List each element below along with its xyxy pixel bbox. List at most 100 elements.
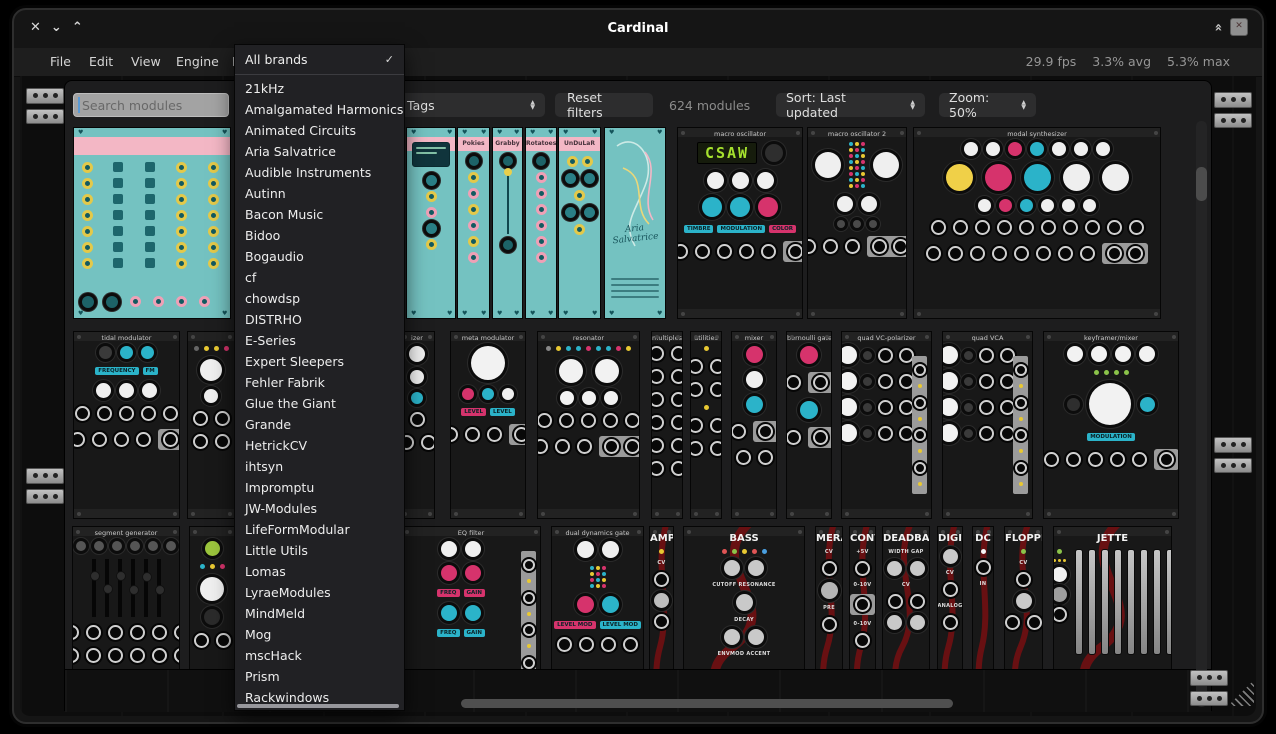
brand-menu-item[interactable]: LyraeModules: [235, 582, 404, 603]
slider-icon: [105, 559, 109, 617]
module-mixer[interactable]: mixer: [731, 331, 777, 519]
jack-icon: [671, 369, 684, 384]
zoom-select[interactable]: Zoom: 50% ▲▼: [939, 93, 1036, 117]
module-quad VCA[interactable]: quad VCA: [942, 331, 1033, 519]
module-keyframer/mixer[interactable]: keyframer/mixerMODULATION: [1043, 331, 1179, 519]
search-input[interactable]: [73, 93, 229, 117]
brand-menu-item[interactable]: Prism: [235, 666, 404, 687]
module-AMP[interactable]: AMPCV: [649, 526, 674, 669]
module-bernoulli gate[interactable]: bernoulli gate: [786, 331, 832, 519]
module-Aria Salvatrice[interactable]: ♥♥♥♥AriaSalvatrice: [604, 127, 666, 319]
brand-menu-item[interactable]: DISTRHO: [235, 309, 404, 330]
module-DEADBAND[interactable]: DEADBANDWIDTH GAPCV: [882, 526, 930, 669]
module-utilities[interactable]: utilities: [690, 331, 722, 519]
brand-menu-item[interactable]: Grande: [235, 414, 404, 435]
brand-menu-item[interactable]: Lomas: [235, 561, 404, 582]
slider-icon[interactable]: [1127, 549, 1135, 655]
slider-icon[interactable]: [1166, 549, 1173, 655]
horizontal-scrollbar[interactable]: [461, 699, 953, 708]
raise-window-icon[interactable]: «: [1210, 23, 1225, 31]
module-dual dynamics gate[interactable]: dual dynamics gateLEVEL MODLEVEL MOD: [551, 526, 644, 669]
slider-icon[interactable]: [1101, 549, 1109, 655]
brand-menu-item[interactable]: E-Series: [235, 330, 404, 351]
brand-menu-item[interactable]: JW-Modules: [235, 498, 404, 519]
module-multiples[interactable]: multiples: [651, 331, 683, 519]
module-Grabby[interactable]: ♥♥♥♥Grabby: [492, 127, 523, 319]
brand-menu-item[interactable]: Amalgamated Harmonics: [235, 99, 404, 120]
dropdown-scrollbar[interactable]: [237, 704, 399, 708]
reset-filters-button[interactable]: Reset filters: [555, 93, 653, 117]
brand-menu-item[interactable]: Fehler Fabrik: [235, 372, 404, 393]
brand-menu-item[interactable]: Expert Sleepers: [235, 351, 404, 372]
module-modal synthesizer[interactable]: modal synthesizer: [913, 127, 1161, 319]
tags-select[interactable]: Tags ▲▼: [397, 93, 545, 117]
brand-menu-item[interactable]: Impromptu: [235, 477, 404, 498]
knob-icon: [702, 197, 722, 217]
brand-menu-item[interactable]: Autinn: [235, 183, 404, 204]
brand-menu-item[interactable]: chowdsp: [235, 288, 404, 309]
menu-engine[interactable]: Engine: [176, 54, 219, 69]
brand-menu-item[interactable]: Audible Instruments: [235, 162, 404, 183]
jack-icon: [86, 648, 101, 663]
brand-menu-item[interactable]: Animated Circuits: [235, 120, 404, 141]
module-MERA[interactable]: MERACVPRE: [815, 526, 843, 669]
module-name: EQ filter: [402, 529, 540, 537]
brand-menu-item[interactable]: 21kHz: [235, 78, 404, 99]
knob-icon: [410, 370, 424, 384]
brand-menu-item[interactable]: Bidoo: [235, 225, 404, 246]
brand-menu-item[interactable]: Bacon Music: [235, 204, 404, 225]
brand-menu-item[interactable]: cf: [235, 267, 404, 288]
module-JETTE[interactable]: JETTE: [1053, 526, 1172, 669]
module-resonator[interactable]: resonator: [537, 331, 640, 519]
menu-file[interactable]: File: [50, 54, 71, 69]
module-CONV[interactable]: CONV+5V0-10V0-10V: [849, 526, 876, 669]
screw-hole-icon: [1221, 463, 1226, 468]
module-Pokies[interactable]: ♥♥♥♥Pokies: [457, 127, 490, 319]
module-FLOPPER[interactable]: FLOPPERCV: [1004, 526, 1043, 669]
module-panel[interactable]: [189, 526, 235, 669]
slider-icon[interactable]: [1153, 549, 1161, 655]
screw-icon: [633, 512, 637, 516]
brand-menu-item[interactable]: MindMeld: [235, 603, 404, 624]
module-panel[interactable]: [187, 331, 235, 519]
brand-menu-item[interactable]: mscHack: [235, 645, 404, 666]
vertical-scrollbar-track[interactable]: [1196, 121, 1207, 707]
brand-menu-item[interactable]: Glue the Giant: [235, 393, 404, 414]
knob-icon: [942, 424, 958, 442]
brand-menu-item[interactable]: LifeFormModular: [235, 519, 404, 540]
slider-icon[interactable]: [1075, 549, 1083, 655]
jack-icon: [914, 364, 926, 376]
menu-edit[interactable]: Edit: [89, 54, 113, 69]
brand-menu-item[interactable]: Bogaudio: [235, 246, 404, 267]
knob-icon: [910, 561, 925, 576]
module-quad VC-polarizer[interactable]: quad VC-polarizer: [841, 331, 932, 519]
slider-icon[interactable]: [1114, 549, 1122, 655]
module-tidal modulator[interactable]: tidal modulatorFREQUENCYFM: [73, 331, 180, 519]
module-macro oscillator 2[interactable]: macro oscillator 2: [807, 127, 907, 319]
module-EQ filter[interactable]: EQ filterFREQGAINFREQGAIN: [401, 526, 541, 669]
module-panel[interactable]: ♥♥♥♥: [73, 127, 231, 319]
module-macro oscillator[interactable]: macro oscillatorCSAWTIMBREMODULATIONCOLO…: [677, 127, 803, 319]
brand-menu-item[interactable]: HetrickCV: [235, 435, 404, 456]
knob-icon: [853, 220, 861, 228]
vertical-scrollbar-thumb[interactable]: [1196, 167, 1207, 201]
menu-view[interactable]: View: [131, 54, 161, 69]
jack-icon: [1107, 220, 1122, 235]
module-BASS[interactable]: BASSCUTOFF RESONANCEDECAYENVMOD ACCENT: [683, 526, 805, 669]
slider-icon[interactable]: [1140, 549, 1148, 655]
tray-icon[interactable]: ✕: [1230, 18, 1248, 36]
brand-menu-item-selected[interactable]: All brands ✓: [235, 49, 404, 71]
module-panel[interactable]: ♥♥♥♥: [406, 127, 456, 319]
module-Rotatoes[interactable]: ♥♥♥♥Rotatoes: [525, 127, 557, 319]
module-DIGI[interactable]: DIGICVANALOG: [937, 526, 963, 669]
sort-select[interactable]: Sort: Last updated ▲▼: [776, 93, 925, 117]
brand-menu-item[interactable]: Little Utils: [235, 540, 404, 561]
brand-menu-item[interactable]: Mog: [235, 624, 404, 645]
module-meta modulator[interactable]: meta modulatorLEVELLEVEL: [450, 331, 526, 519]
brand-menu-item[interactable]: ihtsyn: [235, 456, 404, 477]
module-segment generator[interactable]: segment generator: [72, 526, 180, 669]
brand-menu-item[interactable]: Aria Salvatrice: [235, 141, 404, 162]
slider-icon[interactable]: [1088, 549, 1096, 655]
module-UnDuLaR[interactable]: ♥♥♥♥UnDuLaR: [558, 127, 601, 319]
module-DC[interactable]: DCIN: [972, 526, 994, 669]
